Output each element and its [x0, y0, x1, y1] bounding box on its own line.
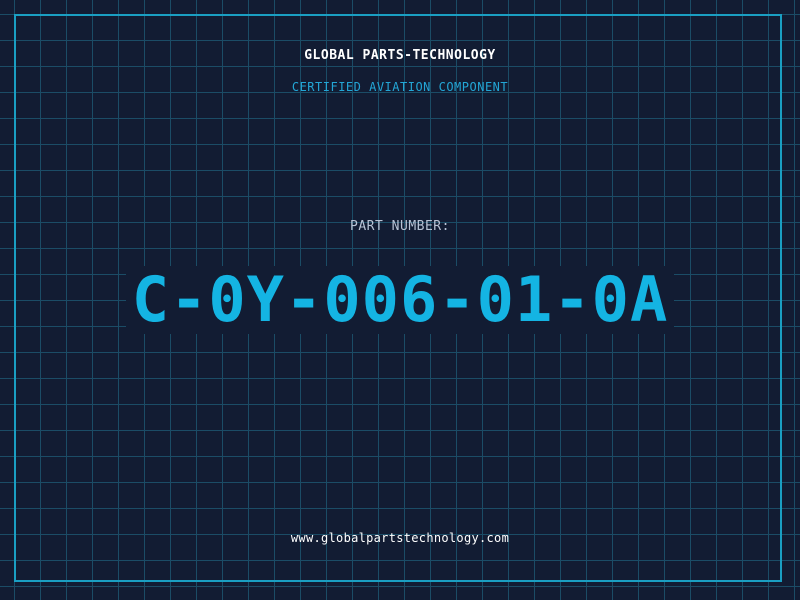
part-number-container: C-0Y-006-01-0A [0, 266, 800, 334]
website-url: www.globalpartstechnology.com [290, 531, 510, 545]
subtitle: CERTIFIED AVIATION COMPONENT [291, 80, 509, 94]
part-number-label: PART NUMBER: [350, 219, 450, 234]
part-number: C-0Y-006-01-0A [125, 266, 675, 334]
company-name: GLOBAL PARTS-TECHNOLOGY [304, 48, 496, 63]
